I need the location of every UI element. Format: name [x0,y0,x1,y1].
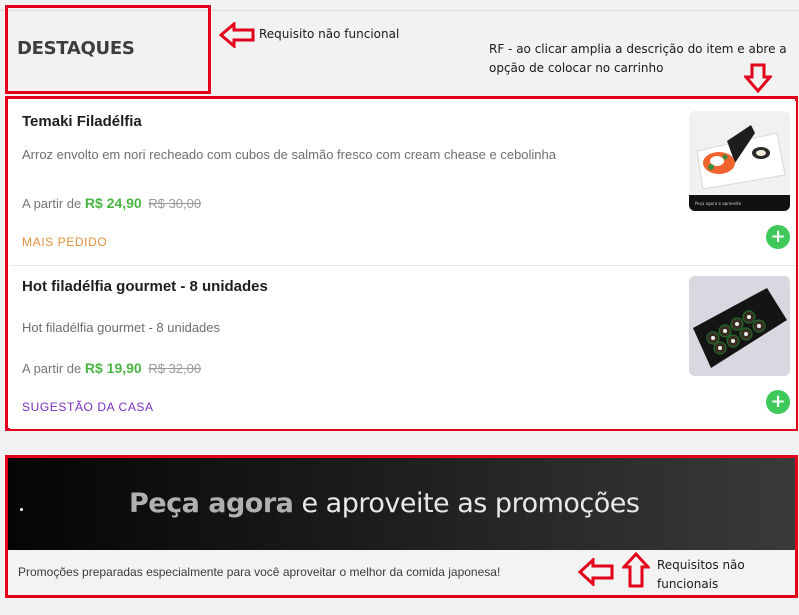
item-price-row: A partir de R$ 24,90 R$ 30,00 [22,195,201,211]
list-item[interactable]: Hot filadélfia gourmet - 8 unidades Hot … [10,265,796,429]
add-to-cart-button[interactable]: + [766,225,790,249]
arrow-down-icon [744,63,772,93]
arrow-left-icon [578,558,614,586]
promo-subtext: Promoções preparadas especialmente para … [18,565,501,579]
add-to-cart-button[interactable]: + [766,390,790,414]
price-original: R$ 30,00 [148,196,202,211]
promo-headline: Peça agora e aproveite as promoções [129,488,640,519]
arrow-left-icon [219,22,255,48]
arrow-up-icon [622,552,650,588]
price-current: R$ 24,90 [84,195,142,211]
price-prefix: A partir de [22,196,82,211]
item-image-hot-filadelfia[interactable] [689,276,790,376]
carousel-dot-icon [20,508,23,511]
featured-items-list: Temaki Filadélfia Arroz envolto em nori … [5,96,798,431]
temaki-image: Peça agora e aproveite [689,111,790,211]
item-tag: SUGESTÃO DA CASA [22,400,154,414]
item-name: Temaki Filadélfia [22,113,142,130]
section-title: DESTAQUES [17,38,135,59]
hot-filadelfia-image [689,276,790,376]
promo-headline-bold: Peça agora [129,488,294,519]
list-item[interactable]: Temaki Filadélfia Arroz envolto em nori … [10,101,796,265]
annotation-rnf-top: Requisito não funcional [259,27,400,41]
promo-headline-rest: e aproveite as promoções [301,488,640,519]
price-prefix: A partir de [22,361,82,376]
item-image-temaki[interactable]: Peça agora e aproveite [689,111,790,211]
image-caption: Peça agora e aproveite [695,201,742,206]
item-description: Hot filadélfia gourmet - 8 unidades [22,320,221,335]
item-description: Arroz envolto em nori recheado com cubos… [22,147,556,162]
annotation-rnf-bottom: Requisitos não funcionais [657,558,745,591]
item-price-row: A partir de R$ 19,90 R$ 32,00 [22,360,201,376]
price-current: R$ 19,90 [84,360,142,376]
promo-banner[interactable]: Peça agora e aproveite as promoções [8,458,795,550]
item-name: Hot filadélfia gourmet - 8 unidades [22,278,268,295]
item-tag: MAIS PEDIDO [22,235,108,249]
price-original: R$ 32,00 [148,361,202,376]
